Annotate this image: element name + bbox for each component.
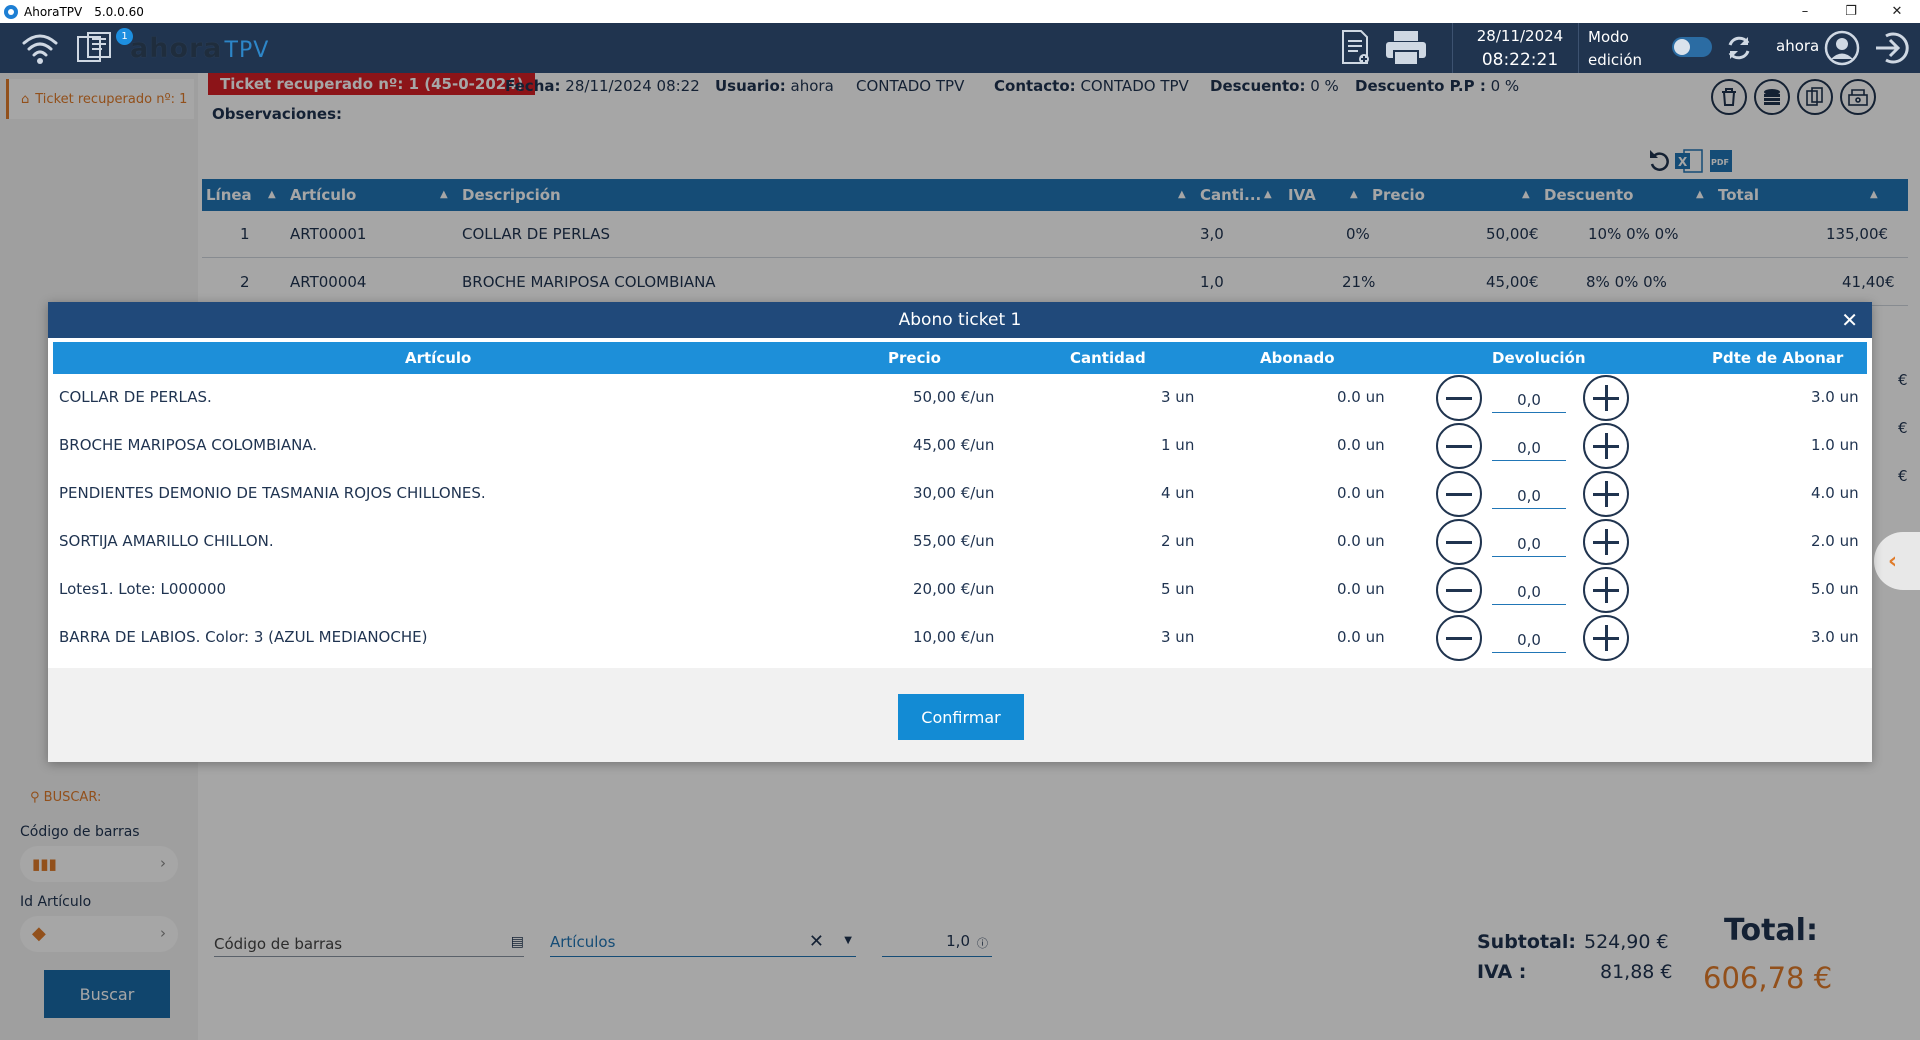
refund-table: Artículo Precio Cantidad Abonado Devoluc…: [53, 342, 1867, 662]
app-bar: 1 ahoraTPV 28/11/2024 08:22:21 Modo edic…: [0, 23, 1920, 73]
column-header-articulo: Artículo: [405, 349, 472, 367]
refund-dialog: Abono ticket 1 ✕ Artículo Precio Cantida…: [48, 302, 1872, 762]
window-titlebar: AhoraTPV 5.0.0.60 – ❐ ✕: [0, 0, 1920, 23]
decrement-button[interactable]: [1436, 519, 1482, 565]
cell-articulo: BARRA DE LABIOS. Color: 3 (AZUL MEDIANOC…: [59, 628, 428, 646]
column-header-cantidad: Cantidad: [1070, 349, 1146, 367]
new-document-icon[interactable]: [1340, 29, 1370, 69]
cell-cantidad: 5 un: [1161, 580, 1195, 598]
app-version: 5.0.0.60: [94, 4, 144, 19]
cell-precio: 20,00 €/un: [913, 580, 995, 598]
cell-abonado: 0.0 un: [1337, 532, 1385, 550]
appbar-divider: [1578, 23, 1579, 73]
cell-pendiente: 5.0 un: [1811, 580, 1859, 598]
cell-pendiente: 2.0 un: [1811, 532, 1859, 550]
cell-pendiente: 4.0 un: [1811, 484, 1859, 502]
restore-button[interactable]: ❐: [1828, 0, 1874, 23]
column-header-abonado: Abonado: [1260, 349, 1335, 367]
current-date: 28/11/2024: [1476, 27, 1564, 45]
refund-quantity-input[interactable]: [1492, 483, 1566, 509]
cell-abonado: 0.0 un: [1337, 628, 1385, 646]
cell-abonado: 0.0 un: [1337, 388, 1385, 406]
avatar-icon[interactable]: [1824, 30, 1860, 70]
cell-precio: 50,00 €/un: [913, 388, 995, 406]
refund-quantity-input[interactable]: [1492, 579, 1566, 605]
window-controls: – ❐ ✕: [1782, 0, 1920, 23]
dialog-footer: Confirmar: [48, 668, 1872, 762]
decrement-button[interactable]: [1436, 471, 1482, 517]
refund-quantity-input[interactable]: [1492, 627, 1566, 653]
cell-precio: 45,00 €/un: [913, 436, 995, 454]
cell-abonado: 0.0 un: [1337, 436, 1385, 454]
refund-row: BROCHE MARIPOSA COLOMBIANA. 45,00 €/un 1…: [53, 422, 1867, 470]
decrement-button[interactable]: [1436, 423, 1482, 469]
increment-button[interactable]: [1583, 519, 1629, 565]
cell-abonado: 0.0 un: [1337, 484, 1385, 502]
cell-articulo: BROCHE MARIPOSA COLOMBIANA.: [59, 436, 318, 454]
refund-row: PENDIENTES DEMONIO DE TASMANIA ROJOS CHI…: [53, 470, 1867, 518]
column-header-pdte-abonar: Pdte de Abonar: [1712, 349, 1844, 367]
user-name: ahora: [1776, 37, 1820, 55]
cell-articulo: PENDIENTES DEMONIO DE TASMANIA ROJOS CHI…: [59, 484, 486, 502]
increment-button[interactable]: [1583, 471, 1629, 517]
app-name: AhoraTPV: [24, 4, 83, 19]
appbar-divider: [1452, 23, 1453, 73]
cell-abonado: 0.0 un: [1337, 580, 1385, 598]
refund-quantity-input[interactable]: [1492, 435, 1566, 461]
current-time: 08:22:21: [1481, 50, 1559, 70]
close-icon[interactable]: ✕: [1841, 308, 1858, 332]
decrement-button[interactable]: [1436, 375, 1482, 421]
refund-row: BARRA DE LABIOS. Color: 3 (AZUL MEDIANOC…: [53, 614, 1867, 662]
cell-cantidad: 1 un: [1161, 436, 1195, 454]
cell-articulo: Lotes1. Lote: L000000: [59, 580, 227, 598]
refund-table-header: Artículo Precio Cantidad Abonado Devoluc…: [53, 342, 1867, 374]
minimize-button[interactable]: –: [1782, 0, 1828, 23]
cell-precio: 30,00 €/un: [913, 484, 995, 502]
datetime-display: 28/11/2024 08:22:21: [1470, 24, 1570, 72]
increment-button[interactable]: [1583, 615, 1629, 661]
cell-cantidad: 3 un: [1161, 388, 1195, 406]
confirm-button[interactable]: Confirmar: [898, 694, 1024, 740]
increment-button[interactable]: [1583, 375, 1629, 421]
printer-icon[interactable]: [1384, 29, 1428, 71]
decrement-button[interactable]: [1436, 567, 1482, 613]
increment-button[interactable]: [1583, 423, 1629, 469]
column-header-devolucion: Devolución: [1492, 349, 1586, 367]
cell-pendiente: 3.0 un: [1811, 628, 1859, 646]
refund-row: Lotes1. Lote: L000000 20,00 €/un 5 un 0.…: [53, 566, 1867, 614]
cell-pendiente: 3.0 un: [1811, 388, 1859, 406]
chevron-left-icon: ‹: [1888, 548, 1898, 574]
refund-row: SORTIJA AMARILLO CHILLON. 55,00 €/un 2 u…: [53, 518, 1867, 566]
cell-articulo: SORTIJA AMARILLO CHILLON.: [59, 532, 274, 550]
refund-quantity-input[interactable]: [1492, 387, 1566, 413]
decrement-button[interactable]: [1436, 615, 1482, 661]
edit-mode-toggle[interactable]: [1672, 37, 1712, 57]
cell-precio: 10,00 €/un: [913, 628, 995, 646]
app-icon: [4, 4, 18, 19]
ahora-tpv-logo: ahoraTPV: [130, 33, 270, 64]
pending-tickets-icon[interactable]: 1: [76, 28, 133, 69]
increment-button[interactable]: [1583, 567, 1629, 613]
cell-precio: 55,00 €/un: [913, 532, 995, 550]
dialog-title: Abono ticket 1: [898, 310, 1022, 330]
column-header-precio: Precio: [888, 349, 941, 367]
refund-quantity-input[interactable]: [1492, 531, 1566, 557]
refund-row: COLLAR DE PERLAS. 50,00 €/un 3 un 0.0 un…: [53, 374, 1867, 422]
cell-cantidad: 3 un: [1161, 628, 1195, 646]
cell-cantidad: 4 un: [1161, 484, 1195, 502]
cell-cantidad: 2 un: [1161, 532, 1195, 550]
close-window-button[interactable]: ✕: [1874, 0, 1920, 23]
edit-mode-label: Modo edición: [1588, 28, 1643, 69]
cell-pendiente: 1.0 un: [1811, 436, 1859, 454]
sync-icon[interactable]: [1724, 33, 1754, 67]
cell-articulo: COLLAR DE PERLAS.: [59, 388, 212, 406]
wifi-icon[interactable]: [20, 29, 60, 71]
dialog-header: Abono ticket 1 ✕: [48, 302, 1872, 338]
logout-icon[interactable]: [1872, 30, 1912, 70]
